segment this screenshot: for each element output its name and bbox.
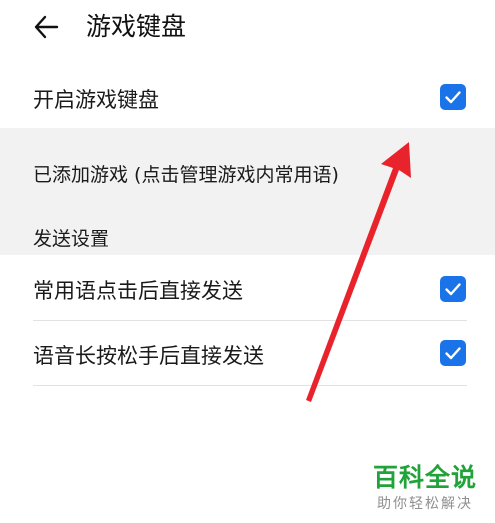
game-keyboard-settings-page: 游戏键盘 开启游戏键盘 已添加游戏 (点击管理游戏内常用语) 发送设置 常用语点…	[0, 0, 495, 523]
phrase-send-checkbox[interactable]	[440, 276, 466, 302]
checkmark-icon	[445, 91, 461, 104]
enable-game-keyboard-checkbox[interactable]	[440, 84, 466, 110]
send-settings-header: 发送设置	[33, 228, 110, 250]
phrase-send-row[interactable]: 常用语点击后直接发送	[0, 255, 495, 320]
added-games-link[interactable]: 已添加游戏 (点击管理游戏内常用语)	[33, 160, 339, 187]
watermark-subtitle: 助你轻松解决	[376, 496, 473, 512]
row-divider	[33, 385, 467, 386]
checkmark-icon	[445, 283, 461, 296]
arrow-left-icon	[34, 15, 59, 39]
settings-section-background: 已添加游戏 (点击管理游戏内常用语) 发送设置	[0, 128, 495, 255]
watermark-logo: 百科全说 助你轻松解决	[373, 462, 477, 514]
voice-send-checkbox[interactable]	[440, 340, 466, 366]
page-title: 游戏键盘	[86, 12, 187, 41]
voice-send-row[interactable]: 语音长按松手后直接发送	[0, 321, 495, 385]
enable-game-keyboard-row[interactable]: 开启游戏键盘	[0, 66, 495, 128]
voice-send-label: 语音长按松手后直接发送	[33, 344, 264, 368]
checkmark-icon	[445, 347, 461, 360]
phrase-send-label: 常用语点击后直接发送	[33, 279, 243, 303]
watermark-title: 百科全说	[372, 463, 477, 492]
enable-game-keyboard-label: 开启游戏键盘	[33, 88, 159, 112]
top-app-bar: 游戏键盘	[0, 0, 495, 60]
back-button[interactable]	[30, 10, 64, 44]
